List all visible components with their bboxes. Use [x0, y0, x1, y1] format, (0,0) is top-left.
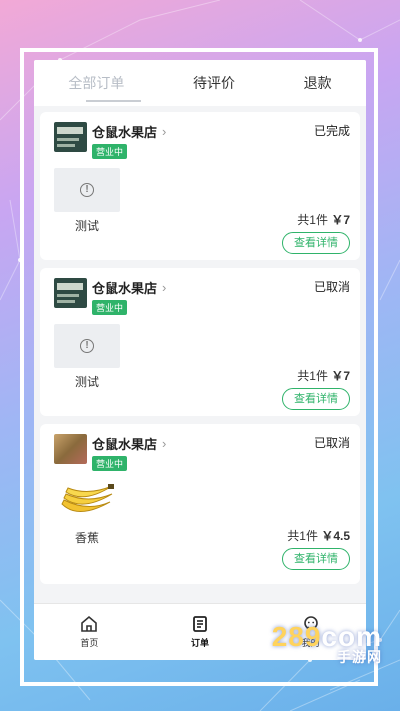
chevron-right-icon: ›: [162, 436, 167, 451]
product-item: ! 测试: [54, 324, 120, 390]
order-status: 已取消: [313, 436, 350, 450]
product-name: 测试: [74, 219, 99, 233]
store-logo: [54, 122, 87, 152]
product-name: 香蕉: [74, 531, 99, 545]
order-tabs: 全部订单 待评价 退款: [34, 60, 366, 106]
order-icon: [193, 616, 207, 632]
nav-home[interactable]: 首页: [59, 615, 119, 649]
tab-pending-review[interactable]: 待评价: [187, 65, 241, 101]
item-count: 共1件: [297, 369, 328, 383]
store-name: 仓鼠水果店: [92, 281, 158, 296]
image-placeholder-icon: !: [80, 183, 94, 197]
site-watermark: 289com 手游网: [272, 621, 382, 667]
nav-label: 首页: [80, 638, 99, 648]
product-thumbnail: !: [54, 168, 120, 212]
store-row[interactable]: 仓鼠水果店 › 营业中: [54, 434, 350, 472]
store-logo: [54, 434, 87, 464]
store-status-badge: 营业中: [92, 144, 128, 159]
product-thumbnail: !: [54, 324, 120, 368]
nav-label: 订单: [190, 638, 209, 648]
view-details-button[interactable]: 查看详情: [282, 548, 350, 570]
chevron-right-icon: ›: [162, 280, 167, 295]
store-logo: [54, 278, 87, 308]
order-status: 已取消: [313, 280, 350, 294]
nav-orders[interactable]: 订单: [170, 615, 230, 649]
chevron-right-icon: ›: [162, 124, 167, 139]
view-details-button[interactable]: 查看详情: [282, 232, 350, 254]
order-list: 仓鼠水果店 › 营业中 已完成 ! 测试 共1件 ￥7 查看详情 仓鼠水果店 ›…: [34, 106, 366, 584]
store-name: 仓鼠水果店: [92, 437, 158, 452]
item-count: 共1件: [297, 213, 328, 227]
order-summary: 共1件 ￥7: [297, 211, 350, 228]
item-count: 共1件: [287, 529, 318, 543]
banana-image: [54, 480, 120, 524]
product-item: ! 测试: [54, 168, 120, 234]
order-card[interactable]: 仓鼠水果店 › 营业中 已取消 ! 测试 共1件 ￥7 查看详情: [40, 268, 360, 416]
store-row[interactable]: 仓鼠水果店 › 营业中: [54, 278, 350, 316]
order-status: 已完成: [313, 124, 350, 138]
product-name: 测试: [74, 375, 99, 389]
order-card[interactable]: 仓鼠水果店 › 营业中 已取消 香蕉 共1件 ￥4.5 查看详情: [40, 424, 360, 584]
order-summary: 共1件 ￥4.5: [287, 527, 350, 544]
order-total: ￥7: [331, 369, 350, 383]
store-row[interactable]: 仓鼠水果店 › 营业中: [54, 122, 350, 160]
view-details-button[interactable]: 查看详情: [282, 388, 350, 410]
app-screen: 全部订单 待评价 退款 仓鼠水果店 › 营业中 已完成 ! 测试 共1件 ￥7 …: [34, 60, 366, 660]
store-name: 仓鼠水果店: [92, 125, 158, 140]
store-status-badge: 营业中: [92, 300, 128, 315]
home-icon: [81, 615, 98, 632]
image-placeholder-icon: !: [80, 339, 94, 353]
order-summary: 共1件 ￥7: [297, 367, 350, 384]
product-item: 香蕉: [54, 480, 120, 546]
order-total: ￥7: [331, 213, 350, 227]
order-total: ￥4.5: [321, 529, 350, 543]
order-card[interactable]: 仓鼠水果店 › 营业中 已完成 ! 测试 共1件 ￥7 查看详情: [40, 112, 360, 260]
store-status-badge: 营业中: [92, 456, 128, 471]
watermark-number: 289: [271, 621, 322, 652]
tab-all-orders[interactable]: 全部订单: [62, 65, 130, 101]
tab-refund[interactable]: 退款: [298, 65, 338, 101]
